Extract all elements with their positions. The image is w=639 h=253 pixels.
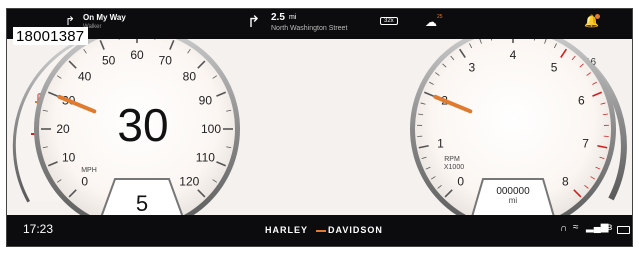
notification-dot-icon [595,14,600,19]
speed-tick-label: 40 [78,70,92,84]
brand-dash [316,230,326,232]
brand-right: DAVIDSON [328,225,383,235]
speed-tick-label: 120 [179,174,199,188]
speed-tick-label: 80 [183,70,197,84]
top-status-bar: ↱ On My Way Walker ↱ 2.5 mi North Washin… [7,9,632,39]
headset-icon[interactable]: ∩ [560,223,567,234]
tach-tick-label: 1 [437,136,444,150]
odometer-unit: mi [509,196,518,205]
distance-unit: mi [289,14,297,21]
cell-signal-icon[interactable]: ▂▄▆ [586,222,608,233]
speed-tick-label: 60 [130,48,144,62]
tach-tick-label: 6 [578,94,585,108]
tach-tick-label: 5 [551,60,558,74]
tachometer: 012345678 RPM X1000 000000 mi [410,26,616,235]
tach-tick-label: 0 [457,174,464,188]
speed-readout: 30 [117,99,168,151]
speed-unit: MPH [81,167,97,174]
bluetooth-icon[interactable]: ʙ [607,222,612,233]
figure-id-label: 18001387 [13,27,89,45]
speed-tick-label: 100 [201,122,221,136]
speed-tick-label: 50 [102,54,116,68]
turn-right-icon: ↱ [247,14,261,31]
clock: 17:23 [23,222,54,236]
gauge-layer: F E ⛽ 16 8 ▭ 010203040506070809010011012… [12,26,627,235]
tach-tick-label: 3 [469,60,476,74]
tach-tick-label: 8 [562,174,569,188]
speedometer: 0102030405060708090100110120 30 MPH 5 [34,26,240,235]
speed-tick-label: 90 [199,94,213,108]
route-status: On My Way [83,13,126,22]
tach-tick-label: 4 [510,48,517,62]
brand-left: HARLEY [265,225,309,235]
wifi-icon[interactable]: ≈ [573,222,579,233]
weather-icon: ☁ [425,15,437,29]
speed-tick-label: 10 [62,150,76,164]
turn-route-icon: ↱ [65,14,76,28]
tach-unit-line1: RPM [444,156,460,163]
speed-tick-label: 20 [56,122,70,136]
gear-indicator: 5 [136,191,148,216]
speed-tick-label: 0 [81,174,88,188]
speed-tick-label: 110 [196,150,215,164]
route-badge: 32x [380,17,398,25]
street-name: North Washington Street [271,25,348,32]
temperature-badge: 25 [437,14,443,20]
tach-tick-label: 7 [582,136,589,150]
distance-value: 2.5 [271,12,285,23]
bottom-status-bar: 17:23 HARLEY DAVIDSON ∩ ≈ ▂▄▆ ʙ [7,215,632,246]
tach-unit-line2: X1000 [444,164,464,171]
speed-tick-label: 70 [159,54,173,68]
instrument-cluster-screen: F E ⛽ 16 8 ▭ 010203040506070809010011012… [6,8,633,247]
battery-status-icon [617,226,630,234]
